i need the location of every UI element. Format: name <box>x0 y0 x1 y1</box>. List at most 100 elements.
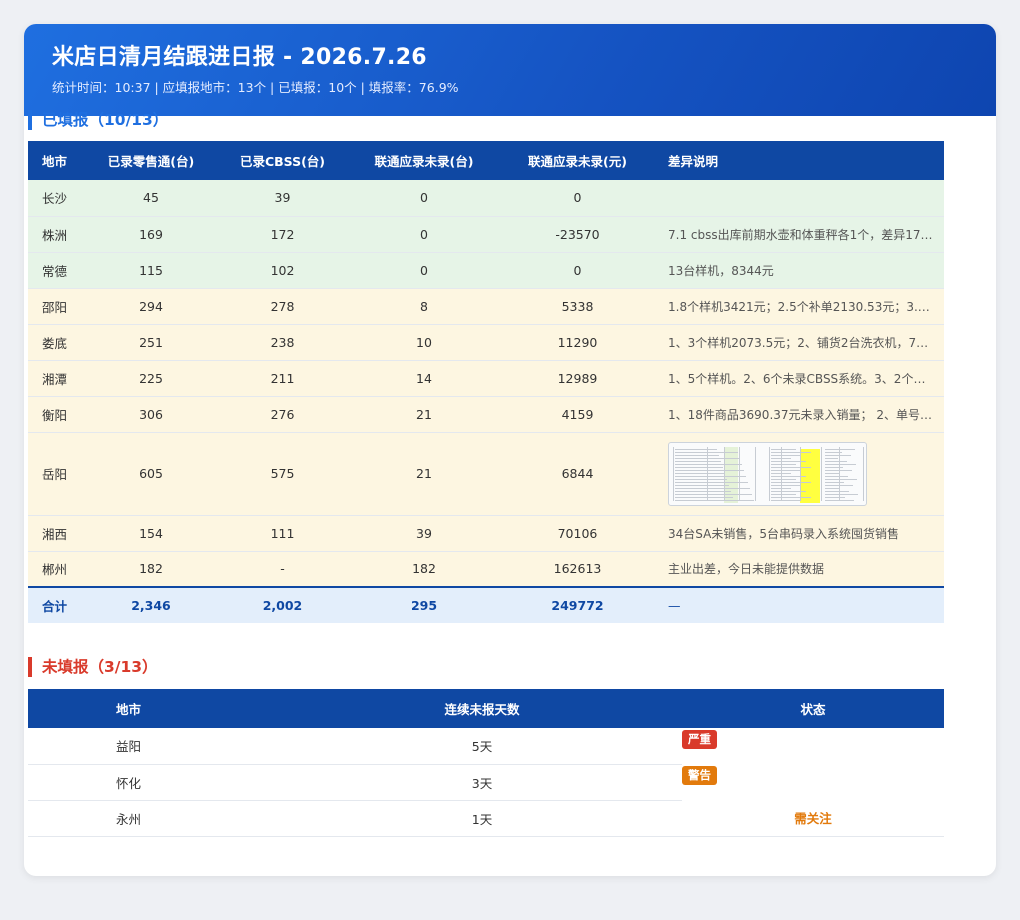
status-cell: 严重 <box>682 728 944 764</box>
total-note-cell: — <box>658 586 944 623</box>
missing-units-cell: 8 <box>351 288 497 325</box>
missing-units-cell: 14 <box>351 360 497 397</box>
missing-units-cell: 182 <box>351 551 497 588</box>
missing-amount-cell: 6844 <box>497 432 658 516</box>
missing-amount-cell: 162613 <box>497 551 658 588</box>
table-row[interactable]: 长沙 45 39 0 0 <box>28 180 944 217</box>
cbss-cell: 575 <box>214 432 351 516</box>
days-cell: 5天 <box>282 728 682 765</box>
table-row[interactable]: 益阳 5天 严重 <box>28 728 944 765</box>
missing-units-cell: 21 <box>351 432 497 516</box>
missing-units-cell: 10 <box>351 324 497 361</box>
table-row[interactable]: 永州 1天 需关注 <box>28 800 944 837</box>
report-title: 米店日清月结跟进日报 - 2026.7.26 <box>52 45 427 70</box>
unfilled-table: 地市 连续未报天数 状态 益阳 5天 严重 怀化 3天 警告 永州 1天 需关注 <box>28 689 944 837</box>
col-diff-note[interactable]: 差异说明 <box>658 141 944 180</box>
missing-amount-cell: 0 <box>497 180 658 217</box>
filled-section-title: 已填报（10/13） <box>28 110 168 130</box>
status-text: 需关注 <box>794 811 832 827</box>
col-status[interactable]: 状态 <box>682 689 944 728</box>
table-row[interactable]: 湘西 154 111 39 70106 34台SA未销售，5台串码录入系统囤货销售 <box>28 515 944 552</box>
status-cell: 需关注 <box>682 800 944 837</box>
missing-amount-cell: -23570 <box>497 216 658 253</box>
retail-cell: 225 <box>88 360 214 397</box>
status-cell: 警告 <box>682 764 944 800</box>
col-city[interactable]: 地市 <box>28 141 88 180</box>
col-retail[interactable]: 已录零售通(台) <box>88 141 214 180</box>
diff-note-cell <box>658 432 944 516</box>
table-row[interactable]: 邵阳 294 278 8 5338 1.8个样机3421元；2.5个补单2130.53元；… <box>28 288 944 325</box>
unfilled-section-title: 未填报（3/13） <box>28 657 158 677</box>
table-row[interactable]: 郴州 182-182 162613 主业出差，今日未能提供数据 <box>28 551 944 588</box>
cbss-cell: 278 <box>214 288 351 325</box>
retail-cell: 115 <box>88 252 214 289</box>
filled-table: 地市 已录零售通(台) 已录CBSS(台) 联通应录未录(台) 联通应录未录(元… <box>28 141 944 623</box>
city-cell: 湘西 <box>28 515 88 552</box>
total-cbss-cell: 2,002 <box>214 586 351 623</box>
city-cell: 株洲 <box>28 216 88 253</box>
spreadsheet-thumbnail[interactable] <box>668 441 867 506</box>
retail-cell: 306 <box>88 396 214 433</box>
filled-table-header: 地市 已录零售通(台) 已录CBSS(台) 联通应录未录(台) 联通应录未录(元… <box>28 141 944 180</box>
missing-amount-cell: 5338 <box>497 288 658 325</box>
col-missing-amount[interactable]: 联通应录未录(元) <box>497 141 658 180</box>
missing-amount-cell: 4159 <box>497 396 658 433</box>
city-cell: 湘潭 <box>28 360 88 397</box>
retail-cell: 294 <box>88 288 214 325</box>
retail-cell: 182 <box>88 551 214 588</box>
retail-cell: 251 <box>88 324 214 361</box>
days-cell: 3天 <box>282 764 682 801</box>
diff-note-cell: 1、5个样机。2、6个未录CBSS系统。3、2个零... <box>658 360 944 397</box>
table-row[interactable]: 衡阳 306 276 21 4159 1、18件商品3690.37元未录入销量； 2、单号… <box>28 396 944 433</box>
col-city[interactable]: 地市 <box>28 689 282 728</box>
city-cell: 衡阳 <box>28 396 88 433</box>
missing-amount-cell: 12989 <box>497 360 658 397</box>
retail-cell: 154 <box>88 515 214 552</box>
cbss-cell: 102 <box>214 252 351 289</box>
missing-amount-cell: 11290 <box>497 324 658 361</box>
missing-units-cell: 21 <box>351 396 497 433</box>
diff-note-cell: 1.8个样机3421元；2.5个补单2130.53元；3.1个... <box>658 288 944 325</box>
cbss-cell: 172 <box>214 216 351 253</box>
status-badge: 警告 <box>682 766 717 785</box>
retail-cell: 45 <box>88 180 214 217</box>
total-label-cell: 合计 <box>28 586 88 623</box>
table-row[interactable]: 岳阳 605 575 21 6844 <box>28 432 944 516</box>
total-row: 合计 2,346 2,002 295 249772— <box>28 586 944 623</box>
table-row[interactable]: 湘潭 225 211 14 12989 1、5个样机。2、6个未录CBSS系统。3、2个零… <box>28 360 944 397</box>
city-cell: 娄底 <box>28 324 88 361</box>
diff-note-cell: 7.1 cbss出库前期水壶和体重秤各1个，差异178... <box>658 216 944 253</box>
diff-note-cell: 34台SA未销售，5台串码录入系统囤货销售 <box>658 515 944 552</box>
city-cell: 常德 <box>28 252 88 289</box>
report-header: 米店日清月结跟进日报 - 2026.7.26 统计时间：10:37 | 应填报地… <box>24 24 996 116</box>
missing-amount-cell: 70106 <box>497 515 658 552</box>
diff-note-cell: 1、3个样机2073.5元；2、铺货2台洗衣机，7台... <box>658 324 944 361</box>
missing-amount-cell: 0 <box>497 252 658 289</box>
col-missing-units[interactable]: 联通应录未录(台) <box>351 141 497 180</box>
total-missing-amount-cell: 249772 <box>497 586 658 623</box>
col-cbss[interactable]: 已录CBSS(台) <box>214 141 351 180</box>
city-cell: 郴州 <box>28 551 88 588</box>
city-cell: 益阳 <box>28 728 282 765</box>
table-row[interactable]: 怀化 3天 警告 <box>28 764 944 801</box>
table-row[interactable]: 常德 115 102 0 0 13台样机，8344元 <box>28 252 944 289</box>
retail-cell: 605 <box>88 432 214 516</box>
cbss-cell: 211 <box>214 360 351 397</box>
col-days[interactable]: 连续未报天数 <box>282 689 682 728</box>
city-cell: 长沙 <box>28 180 88 217</box>
table-row[interactable]: 株洲 169 172 0 -23570 7.1 cbss出库前期水壶和体重秤各1个，差异1… <box>28 216 944 253</box>
diff-note-cell: 13台样机，8344元 <box>658 252 944 289</box>
cbss-cell: 238 <box>214 324 351 361</box>
table-row[interactable]: 娄底 251 238 10 11290 1、3个样机2073.5元；2、铺货2台洗衣机，7… <box>28 324 944 361</box>
cbss-cell: 276 <box>214 396 351 433</box>
retail-cell: 169 <box>88 216 214 253</box>
missing-units-cell: 0 <box>351 252 497 289</box>
missing-units-cell: 0 <box>351 216 497 253</box>
days-cell: 1天 <box>282 800 682 837</box>
unfilled-table-header: 地市 连续未报天数 状态 <box>28 689 944 728</box>
missing-units-cell: 39 <box>351 515 497 552</box>
diff-note-cell <box>658 180 944 217</box>
cbss-cell: 111 <box>214 515 351 552</box>
city-cell: 邵阳 <box>28 288 88 325</box>
cbss-cell: - <box>214 551 351 588</box>
